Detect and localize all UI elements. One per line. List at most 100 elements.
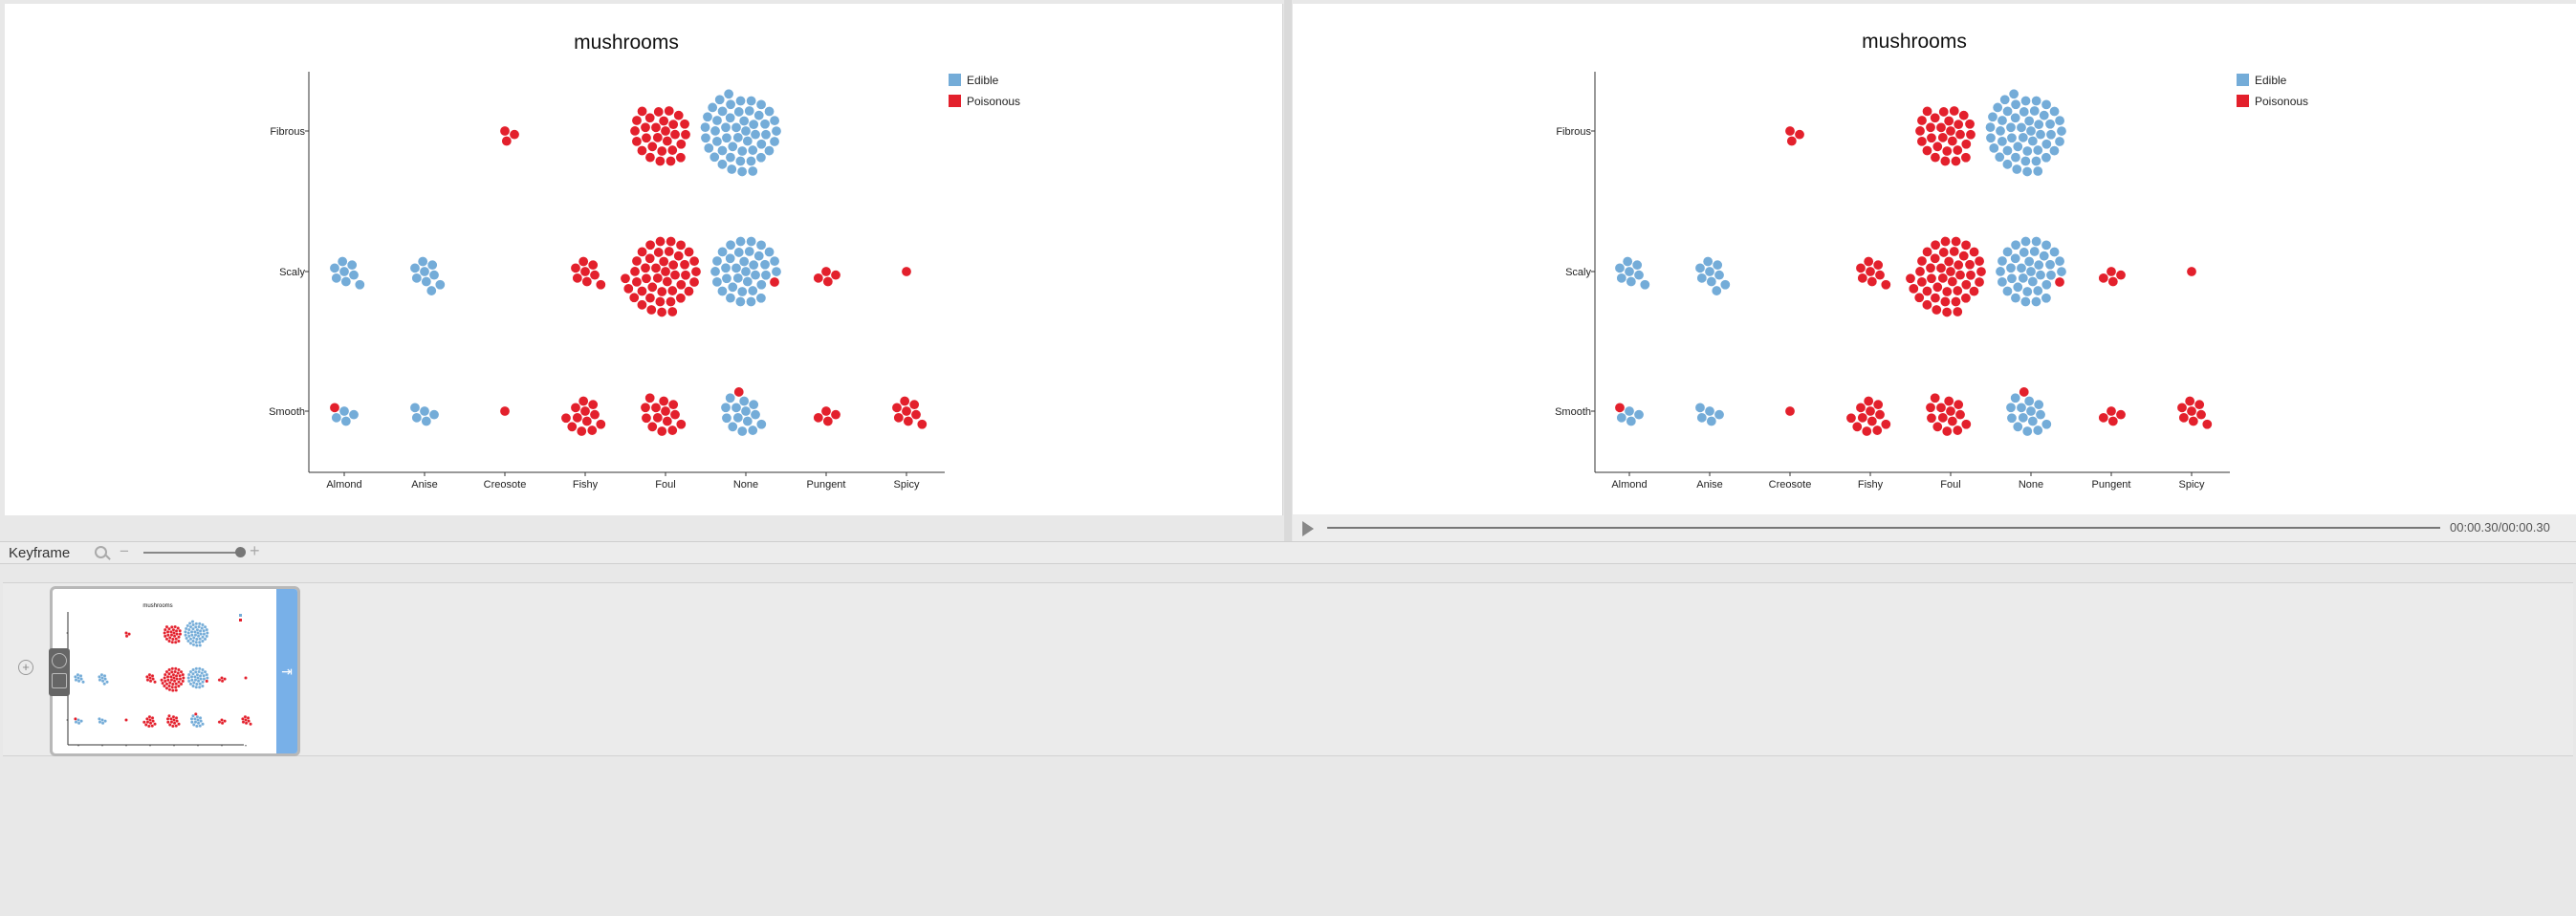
data-point [170,685,174,689]
zoom-slider[interactable] [143,552,241,554]
data-point [217,720,222,724]
data-point [164,679,167,684]
x-tick-label: Spicy [894,479,920,491]
data-point [2010,152,2021,164]
data-point [195,637,199,642]
data-point [1916,115,1928,126]
x-tick-label: Anise [411,479,438,491]
data-point [144,723,148,727]
data-point [656,306,667,317]
data-point [179,669,184,674]
data-point [167,672,171,676]
data-point [666,306,678,317]
keyframe-thumbnail[interactable]: mushrooms ⇥ [49,586,300,756]
data-point [1965,270,1976,281]
data-point [244,721,249,725]
data-point [2054,136,2065,147]
data-point [187,672,191,677]
x-tick-label: Creosote [484,479,527,491]
data-point [1633,409,1645,421]
data-point [1958,251,1970,262]
play-icon[interactable] [1302,521,1314,536]
data-point [175,677,179,681]
data-point [1960,293,1972,304]
data-point [195,673,200,677]
data-point [1953,399,1964,410]
data-point [163,631,166,635]
data-point [667,119,679,130]
data-point [738,116,750,127]
data-point [2020,95,2032,106]
data-point [680,129,691,141]
data-point [581,275,593,287]
data-point [1987,111,1998,122]
data-point [187,634,191,639]
data-point [148,676,152,680]
zoom-in-button[interactable]: + [250,541,260,561]
data-point [910,409,922,421]
data-point [1952,144,1963,156]
data-point [1704,266,1715,277]
data-point [1943,396,1954,407]
editor-canvas[interactable]: mushrooms Almond Anise Creosote Fishy Foul Non… [5,4,1283,515]
edit-icon[interactable] [52,673,67,688]
data-point [716,159,728,170]
data-point [174,682,178,686]
data-point [1965,129,1976,141]
data-point [2033,399,2044,410]
data-point [669,129,681,141]
data-point [164,624,169,629]
data-point [2098,412,2109,424]
data-point [903,415,914,426]
data-point [338,405,350,417]
data-point [1947,135,1958,146]
data-point [700,121,711,133]
seek-bar[interactable] [1327,527,2440,529]
data-point [675,139,687,150]
data-point [166,633,170,637]
data-point [1624,405,1635,417]
data-point [1930,239,1941,251]
data-point [2195,409,2207,421]
data-point [673,251,685,262]
data-point [2039,110,2050,121]
data-point [193,720,198,724]
data-point [201,635,205,639]
data-point [1614,262,1626,273]
zoom-out-button[interactable]: − [120,542,129,561]
data-point [2054,115,2065,126]
legend-label: Edible [2255,74,2287,87]
theme-icon[interactable] [52,653,67,668]
data-point [198,629,203,633]
data-point [168,723,172,727]
keyframe-handle[interactable]: ⇥ [276,589,297,753]
add-keyframe-button[interactable]: + [18,660,33,675]
data-point [2010,98,2021,110]
x-tick-label: Anise [1696,479,1723,491]
data-point [578,256,589,268]
data-point [2176,402,2188,413]
data-point [669,270,681,281]
zoom-slider-thumb[interactable] [235,547,246,557]
data-point [197,685,202,689]
data-point [644,239,656,251]
data-point [189,717,194,721]
data-point [2027,275,2039,287]
search-icon [95,546,107,558]
data-point [194,666,199,671]
panel-divider[interactable] [1284,0,1292,541]
data-point [194,640,198,644]
data-point [174,724,178,728]
data-point [769,115,780,126]
legend-swatch [2237,74,2249,86]
data-point [198,622,202,626]
data-point [194,622,199,626]
data-point [1794,129,1805,141]
data-point [570,402,581,413]
data-point [1953,119,1964,130]
data-point [2107,415,2119,426]
data-point [196,634,201,638]
data-point [102,682,106,686]
data-point [1784,125,1796,137]
data-point [177,667,181,672]
